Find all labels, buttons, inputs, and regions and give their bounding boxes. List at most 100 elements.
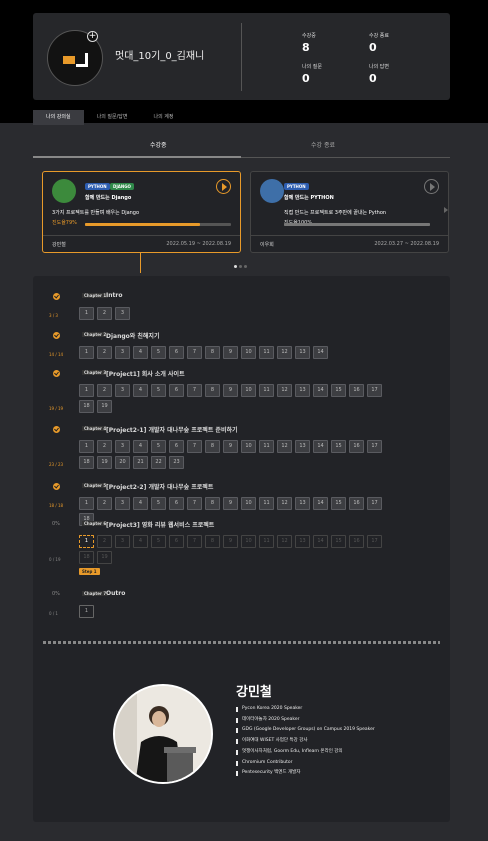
lesson-button[interactable]: 5 (151, 346, 166, 359)
lesson-button[interactable]: 9 (223, 384, 238, 397)
lesson-button[interactable]: 13 (295, 497, 310, 510)
lesson-button[interactable]: 4 (133, 440, 148, 453)
lesson-button[interactable]: 14 (313, 346, 328, 359)
lesson-button[interactable]: 22 (151, 456, 166, 469)
lesson-button[interactable]: 7 (187, 440, 202, 453)
lesson-button[interactable]: 4 (133, 346, 148, 359)
lesson-button[interactable]: 16 (349, 384, 364, 397)
lesson-button[interactable]: 13 (295, 440, 310, 453)
lesson-button[interactable]: 2 (97, 346, 112, 359)
lesson-button[interactable]: 10 (241, 440, 256, 453)
lesson-button[interactable]: 16 (349, 440, 364, 453)
next-arrow-icon[interactable] (444, 207, 448, 213)
lesson-button[interactable]: 7 (187, 535, 202, 548)
lesson-button[interactable]: 7 (187, 346, 202, 359)
lesson-button[interactable]: 11 (259, 384, 274, 397)
lesson-button[interactable]: 4 (133, 535, 148, 548)
lesson-button[interactable]: 3 (115, 497, 130, 510)
lesson-button[interactable]: 23 (169, 456, 184, 469)
lesson-button[interactable]: 8 (205, 497, 220, 510)
lesson-button[interactable]: 1 (79, 535, 94, 548)
lesson-button[interactable]: 14 (313, 384, 328, 397)
lesson-button[interactable]: 11 (259, 497, 274, 510)
lesson-button[interactable]: 3 (115, 384, 130, 397)
lesson-button[interactable]: 8 (205, 440, 220, 453)
lesson-button[interactable]: 19 (97, 456, 112, 469)
lesson-button[interactable]: 8 (205, 384, 220, 397)
carousel-dot[interactable] (239, 265, 242, 268)
lesson-button[interactable]: 10 (241, 535, 256, 548)
subtab-completed[interactable]: 수강 종료 (311, 140, 335, 149)
lesson-button[interactable]: 14 (313, 497, 328, 510)
lesson-button[interactable]: 7 (187, 384, 202, 397)
lesson-button[interactable]: 7 (187, 497, 202, 510)
lesson-button[interactable]: 2 (97, 497, 112, 510)
lesson-button[interactable]: 1 (79, 605, 94, 618)
lesson-button[interactable]: 6 (169, 440, 184, 453)
lesson-button[interactable]: 2 (97, 384, 112, 397)
lesson-button[interactable]: 10 (241, 346, 256, 359)
play-icon[interactable] (424, 179, 439, 194)
lesson-button[interactable]: 19 (97, 551, 112, 564)
lesson-button[interactable]: 1 (79, 497, 94, 510)
lesson-button[interactable]: 20 (115, 456, 130, 469)
lesson-button[interactable]: 1 (79, 440, 94, 453)
lesson-button[interactable]: 5 (151, 440, 166, 453)
lesson-button[interactable]: 15 (331, 384, 346, 397)
lesson-button[interactable]: 5 (151, 535, 166, 548)
lesson-button[interactable]: 4 (133, 384, 148, 397)
lesson-button[interactable]: 3 (115, 440, 130, 453)
lesson-button[interactable]: 2 (97, 535, 112, 548)
lesson-button[interactable]: 12 (277, 497, 292, 510)
lesson-button[interactable]: 18 (79, 400, 94, 413)
lesson-button[interactable]: 5 (151, 497, 166, 510)
edit-avatar-icon[interactable]: + (87, 31, 98, 42)
lesson-button[interactable]: 9 (223, 535, 238, 548)
lesson-button[interactable]: 12 (277, 440, 292, 453)
lesson-button[interactable]: 8 (205, 346, 220, 359)
lesson-button[interactable]: 9 (223, 440, 238, 453)
lesson-button[interactable]: 9 (223, 497, 238, 510)
lesson-button[interactable]: 15 (331, 535, 346, 548)
lesson-button[interactable]: 13 (295, 346, 310, 359)
lesson-button[interactable]: 15 (331, 497, 346, 510)
lesson-button[interactable]: 17 (367, 535, 382, 548)
lesson-button[interactable]: 3 (115, 535, 130, 548)
lesson-button[interactable]: 6 (169, 384, 184, 397)
lesson-button[interactable]: 17 (367, 440, 382, 453)
lesson-button[interactable]: 14 (313, 440, 328, 453)
lesson-button[interactable]: 11 (259, 440, 274, 453)
lesson-button[interactable]: 8 (205, 535, 220, 548)
lesson-button[interactable]: 18 (79, 551, 94, 564)
lesson-button[interactable]: 3 (115, 346, 130, 359)
carousel-dot[interactable] (234, 265, 237, 268)
lesson-button[interactable]: 12 (277, 535, 292, 548)
course-card-django[interactable]: PYTHON DJANGO 함께 만드는 Django 3가지 프로젝트를 만들… (42, 171, 241, 253)
lesson-button[interactable]: 10 (241, 384, 256, 397)
lesson-button[interactable]: 17 (367, 497, 382, 510)
lesson-button[interactable]: 3 (115, 307, 130, 320)
lesson-button[interactable]: 1 (79, 307, 94, 320)
lesson-button[interactable]: 15 (331, 440, 346, 453)
lesson-button[interactable]: 9 (223, 346, 238, 359)
course-card-python[interactable]: PYTHON 함께 만드는 PYTHON 직접 만드는 프로젝트로 3주만에 끝… (250, 171, 449, 253)
lesson-button[interactable]: 14 (313, 535, 328, 548)
lesson-button[interactable]: 12 (277, 346, 292, 359)
lesson-button[interactable]: 21 (133, 456, 148, 469)
play-icon[interactable] (216, 179, 231, 194)
lesson-button[interactable]: 2 (97, 307, 112, 320)
tab-my-qna[interactable]: 나의 질문/답변 (84, 110, 141, 125)
lesson-button[interactable]: 1 (79, 346, 94, 359)
lesson-button[interactable]: 12 (277, 384, 292, 397)
lesson-button[interactable]: 4 (133, 497, 148, 510)
lesson-button[interactable]: 2 (97, 440, 112, 453)
subtab-enrolled[interactable]: 수강중 (150, 140, 167, 149)
lesson-button[interactable]: 6 (169, 535, 184, 548)
lesson-button[interactable]: 17 (367, 384, 382, 397)
lesson-button[interactable]: 11 (259, 346, 274, 359)
lesson-button[interactable]: 13 (295, 535, 310, 548)
tab-my-classroom[interactable]: 나의 강의실 (33, 110, 84, 125)
lesson-button[interactable]: 13 (295, 384, 310, 397)
lesson-button[interactable]: 16 (349, 497, 364, 510)
lesson-button[interactable]: 5 (151, 384, 166, 397)
